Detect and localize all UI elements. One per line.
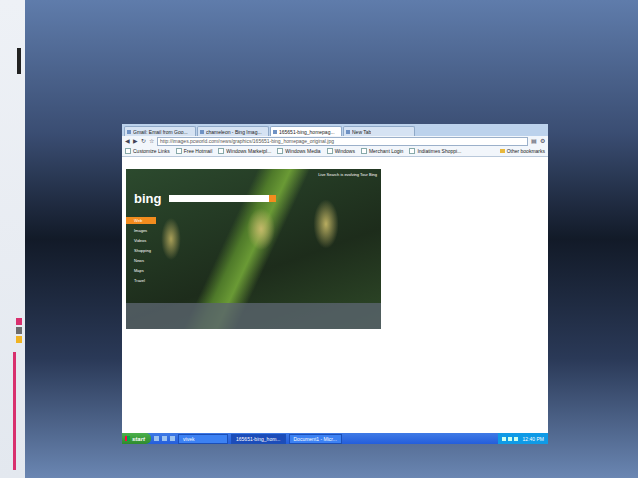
- reload-icon[interactable]: ↻: [141, 138, 146, 144]
- nav-item[interactable]: Travel: [126, 277, 156, 284]
- bing-homepage-image: Live Search is evolving Tour Bing bing Web…: [126, 169, 381, 329]
- nav-item[interactable]: Maps: [126, 267, 156, 274]
- page-icon: [218, 148, 224, 154]
- browser-tab[interactable]: New Tab: [343, 126, 415, 136]
- bookmark[interactable]: Windows Media: [277, 148, 320, 154]
- quick-launch-icon[interactable]: [170, 436, 175, 441]
- nav-item[interactable]: Shopping: [126, 247, 156, 254]
- other-bookmarks[interactable]: Other bookmarks: [500, 148, 545, 154]
- folder-icon: [500, 149, 505, 153]
- bookmark[interactable]: Customize Links: [125, 148, 170, 154]
- bookmarks-bar: Customize Links Free Hotmail Windows Marke…: [122, 146, 548, 157]
- favicon-icon: [200, 130, 204, 134]
- address-bar[interactable]: http://images.pcworld.com/news/graphics/…: [157, 137, 528, 146]
- page-icon: [327, 148, 333, 154]
- bing-footer: [126, 303, 381, 329]
- page-icon: [277, 148, 283, 154]
- search-row: bing: [134, 191, 276, 206]
- search-button[interactable]: [269, 195, 276, 202]
- taskbar-button[interactable]: Document1 - Micr...: [289, 434, 342, 444]
- star-icon[interactable]: ☆: [149, 138, 154, 144]
- favicon-icon: [127, 130, 131, 134]
- page-icon: [125, 148, 131, 154]
- page-icon: [361, 148, 367, 154]
- browser-screenshot: Gmail: Email from Goo...chameleon - Bing…: [122, 124, 548, 444]
- back-icon[interactable]: ◀: [125, 138, 130, 144]
- bing-logo: bing: [134, 191, 161, 206]
- system-tray: 12:40 PM: [498, 433, 548, 444]
- nav-item[interactable]: Web: [126, 217, 156, 224]
- bookmark[interactable]: Windows Marketpl...: [218, 148, 271, 154]
- tab-bar: Gmail: Email from Goo...chameleon - Bing…: [122, 124, 548, 136]
- browser-tab[interactable]: chameleon - Bing Imag...: [197, 126, 269, 136]
- tray-icon[interactable]: [514, 437, 518, 441]
- deco-squares: [16, 318, 22, 343]
- quick-launch-icon[interactable]: [154, 436, 159, 441]
- taskbar-button[interactable]: 165651-bing_hom...: [231, 434, 285, 444]
- browser-tab[interactable]: Gmail: Email from Goo...: [124, 126, 196, 136]
- favicon-icon: [273, 130, 277, 134]
- page-icon: [176, 148, 182, 154]
- notice: Live Search is evolving Tour Bing: [318, 172, 377, 177]
- taskbar: start vivek165651-bing_hom... Document1 - …: [122, 433, 548, 444]
- taskbar-button[interactable]: vivek: [178, 434, 228, 444]
- slide: Gmail: Email from Goo...chameleon - Bing…: [0, 0, 638, 478]
- nav-item[interactable]: Videos: [126, 237, 156, 244]
- slide-margin: [0, 0, 25, 478]
- clock: 12:40 PM: [523, 436, 544, 442]
- page-icon: [409, 148, 415, 154]
- bookmark[interactable]: Indiatimes Shoppi...: [409, 148, 461, 154]
- browser-tab[interactable]: 165651-bing_homepag...: [270, 126, 342, 136]
- deco-line: [13, 352, 16, 470]
- quick-launch-icon[interactable]: [162, 436, 167, 441]
- search-box[interactable]: [169, 195, 269, 202]
- tray-icon[interactable]: [508, 437, 512, 441]
- bing-nav: Web Images Videos Shopping News Maps Travel: [126, 217, 156, 284]
- page-menu-icon[interactable]: ▤: [531, 138, 537, 144]
- bookmark[interactable]: Windows: [327, 148, 355, 154]
- tray-icon[interactable]: [502, 437, 506, 441]
- windows-logo-icon: [125, 436, 130, 441]
- bookmark[interactable]: Merchant Login: [361, 148, 403, 154]
- nav-item[interactable]: Images: [126, 227, 156, 234]
- page-content: Live Search is evolving Tour Bing bing Web…: [122, 157, 548, 433]
- forward-icon[interactable]: ▶: [133, 138, 138, 144]
- wrench-icon[interactable]: ⚙: [540, 138, 545, 144]
- deco-bar: [17, 48, 21, 74]
- nav-item[interactable]: News: [126, 257, 156, 264]
- bookmark[interactable]: Free Hotmail: [176, 148, 213, 154]
- start-button[interactable]: start: [122, 433, 151, 444]
- favicon-icon: [346, 130, 350, 134]
- toolbar: ◀▶↻☆http://images.pcworld.com/news/graph…: [122, 136, 548, 146]
